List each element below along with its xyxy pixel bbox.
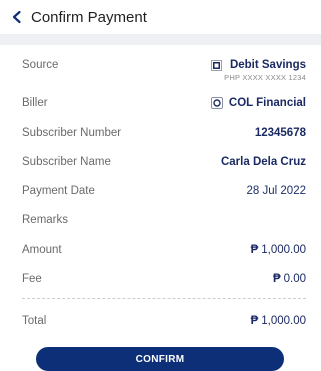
remarks-row: Remarks [22,214,306,226]
amount-currency: ₱ [250,244,259,256]
source-account-number: PHP XXXX XXXX 1234 [224,73,306,82]
amount-label: Amount [22,244,62,256]
biller-value-group: COL Financial [210,97,306,109]
header-divider-band [0,34,321,45]
subscriber-name-row: Subscriber Name Carla Dela Cruz [22,156,306,168]
page-title: Confirm Payment [31,8,147,26]
subscriber-number-row: Subscriber Number 12345678 [22,127,306,139]
subscriber-number-value: 12345678 [254,127,306,139]
fee-row: Fee ₱ 0.00 [22,273,306,285]
subscriber-number-label: Subscriber Number [22,127,122,139]
back-button[interactable] [5,5,29,29]
payment-date-value: 28 Jul 2022 [246,185,306,197]
total-value: 1,000.00 [261,315,306,327]
remarks-label: Remarks [22,214,69,226]
biller-logo-icon [210,97,223,109]
confirm-button[interactable]: CONFIRM [36,347,284,371]
payment-details-card: Source Debit Savings PHP XXXX XXXX 1234 … [8,45,313,371]
biller-name: COL Financial [228,97,306,109]
chevron-left-icon [12,10,21,24]
fee-value: 0.00 [283,273,306,285]
total-currency: ₱ [250,315,259,327]
dashed-divider [22,298,306,299]
source-row: Source Debit Savings PHP XXXX XXXX 1234 [22,59,306,82]
fee-label: Fee [22,273,42,285]
total-value-group: ₱ 1,000.00 [251,315,306,327]
bank-card-icon [210,59,222,71]
source-label: Source [22,59,59,71]
source-value-group: Debit Savings PHP XXXX XXXX 1234 [210,59,306,82]
amount-row: Amount ₱ 1,000.00 [22,244,306,256]
payment-date-label: Payment Date [22,185,95,197]
fee-currency: ₱ [272,273,281,285]
top-bar: Confirm Payment [0,0,321,34]
total-label: Total [22,315,47,327]
fee-value-group: ₱ 0.00 [273,273,306,285]
biller-row: Biller COL Financial [22,97,306,109]
subscriber-name-value: Carla Dela Cruz [220,156,306,168]
subscriber-name-label: Subscriber Name [22,156,111,168]
biller-label: Biller [22,97,48,109]
amount-value-group: ₱ 1,000.00 [251,244,306,256]
source-account-name: Debit Savings [229,59,306,71]
payment-date-row: Payment Date 28 Jul 2022 [22,185,306,197]
total-row: Total ₱ 1,000.00 [22,315,306,327]
amount-value: 1,000.00 [261,244,306,256]
